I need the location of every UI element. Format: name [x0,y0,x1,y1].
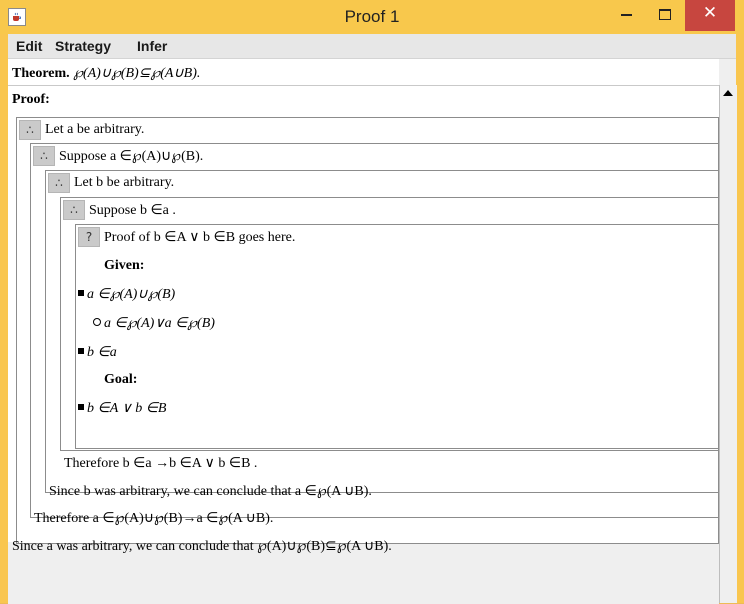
proof-window: Proof 1 ✕ Edit Strategy Infer Theorem. ℘… [0,0,744,604]
proof-label: Proof: [12,92,50,107]
title-bar[interactable]: Proof 1 ✕ [0,0,744,34]
vertical-scrollbar[interactable] [719,85,737,603]
goal-label: Goal: [104,372,138,387]
given-subitem: a ∈℘(A)∨a ∈℘(B) [93,315,215,332]
step-therefore-a[interactable]: Therefore a ∈℘(A)∪℘(B)→a ∈℘(A ∪B). [34,510,273,527]
goal-item: b ∈A ∨ b ∈B [78,400,167,417]
menu-strategy[interactable]: Strategy [55,38,111,54]
goal-block [75,224,719,449]
step-suppose-b[interactable]: Suppose b ∈a . [89,202,176,219]
scroll-up-arrow-icon[interactable] [722,87,734,99]
step-let-a[interactable]: Let a be arbitrary. [45,122,144,138]
theorem-statement: Theorem. ℘(A)∪℘(B)⊆℘(A∪B). [12,65,200,82]
therefore-marker[interactable]: ∴ [63,200,85,220]
question-marker[interactable]: ? [78,227,100,247]
menu-infer[interactable]: Infer [137,38,167,54]
step-therefore-b[interactable]: Therefore b ∈a →b ∈A ∨ b ∈B . [64,455,257,472]
step-since-b[interactable]: Since b was arbitrary, we can conclude t… [49,483,372,500]
step-suppose-a[interactable]: Suppose a ∈℘(A)∪℘(B). [59,148,203,165]
theorem-label: Theorem. [12,66,70,81]
minimize-icon [621,14,632,16]
close-icon: ✕ [702,3,718,23]
therefore-marker[interactable]: ∴ [48,173,70,193]
step-since-a[interactable]: Since a was arbitrary, we can conclude t… [12,538,392,555]
theorem-text: ℘(A)∪℘(B)⊆℘(A∪B). [73,66,201,81]
given-item: a ∈℘(A)∪℘(B) [78,286,175,303]
given-item: b ∈a [78,344,117,361]
menu-bar: Edit Strategy Infer [8,34,736,59]
step-let-b[interactable]: Let b be arbitrary. [74,175,174,191]
bullet-square-icon [78,348,84,354]
client-area: Edit Strategy Infer Theorem. ℘(A)∪℘(B)⊆℘… [8,34,737,604]
proof-panel: Proof: ∴ Let a be arbitrary. ∴ Suppose a… [8,85,719,604]
bullet-square-icon [78,290,84,296]
therefore-marker[interactable]: ∴ [33,146,55,166]
given-label: Given: [104,258,145,273]
maximize-icon [659,9,671,20]
bullet-circle-icon [93,318,101,326]
close-button[interactable]: ✕ [685,0,735,31]
menu-edit[interactable]: Edit [16,38,42,54]
bullet-square-icon [78,404,84,410]
therefore-marker[interactable]: ∴ [19,120,41,140]
goal-stub[interactable]: Proof of b ∈A ∨ b ∈B goes here. [104,229,295,246]
